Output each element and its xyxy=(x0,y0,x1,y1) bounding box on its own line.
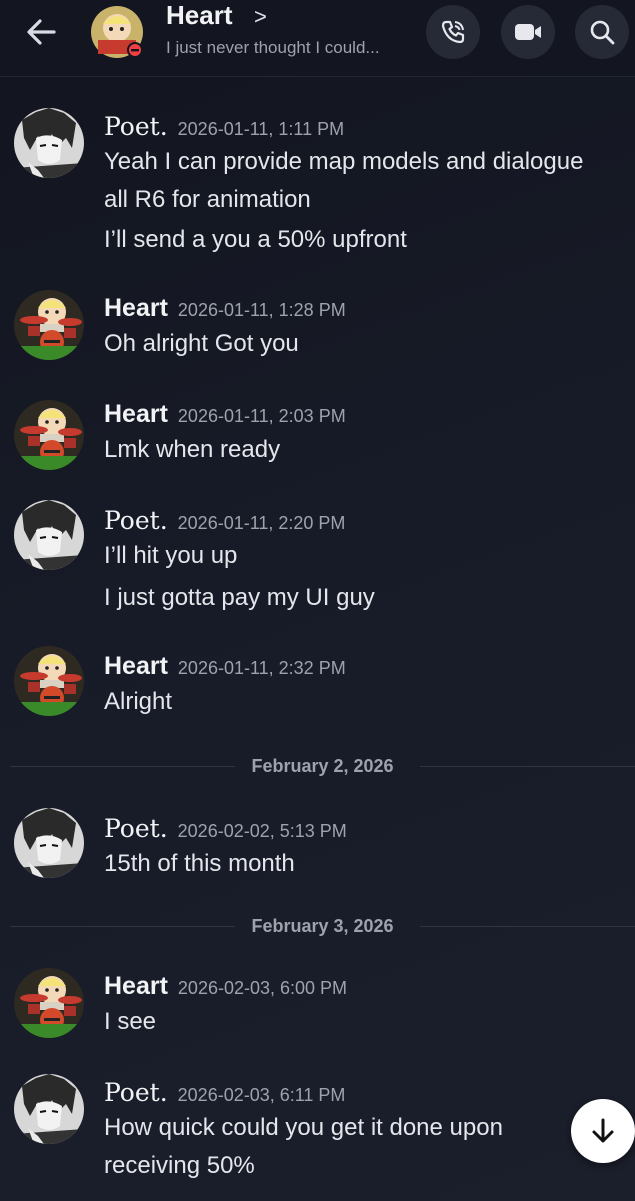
message-timestamp: 2026-02-02, 5:13 PM xyxy=(177,821,347,841)
message-text: all R6 for animation xyxy=(104,186,311,213)
header-status-text: I just never thought I could... xyxy=(166,38,380,57)
avatar[interactable] xyxy=(14,646,84,716)
avatar[interactable] xyxy=(14,400,84,470)
date-divider: February 2, 2026 xyxy=(10,756,635,776)
message-timestamp: 2026-01-11, 2:32 PM xyxy=(177,658,346,678)
message-text: Alright xyxy=(104,688,173,715)
back-button[interactable] xyxy=(22,12,62,52)
search-button[interactable] xyxy=(575,5,629,59)
message-text: receiving 50% xyxy=(104,1152,255,1179)
message-text: Yeah I can provide map models and dialog… xyxy=(104,148,584,175)
message-text: 15th of this month xyxy=(104,850,295,877)
message-text: How quick could you get it done upon xyxy=(104,1114,503,1141)
message-timestamp: 2026-01-11, 2:03 PM xyxy=(177,406,346,426)
message-timestamp: 2026-01-11, 1:28 PM xyxy=(177,300,346,320)
message-timestamp: 2026-02-03, 6:00 PM xyxy=(177,978,348,998)
message-text: Lmk when ready xyxy=(104,436,281,463)
message-author[interactable]: Heart xyxy=(104,400,168,428)
chevron-right-icon[interactable]: > xyxy=(254,4,267,30)
message-timestamp: 2026-01-11, 2:20 PM xyxy=(177,513,346,533)
channel-header: Heart > I just never thought I could... xyxy=(0,0,635,77)
message-author[interactable]: Poet. xyxy=(104,814,168,843)
date-divider: February 3, 2026 xyxy=(10,916,635,936)
video-call-button[interactable] xyxy=(501,5,555,59)
avatar[interactable] xyxy=(14,108,84,178)
date-divider-label: February 2, 2026 xyxy=(251,756,394,776)
message-author[interactable]: Heart xyxy=(104,972,168,1000)
avatar[interactable] xyxy=(14,968,84,1038)
header-title[interactable]: Heart xyxy=(166,0,232,31)
message-text: I see xyxy=(104,1008,157,1035)
message-timestamp: 2026-02-03, 6:11 PM xyxy=(177,1085,346,1105)
header-avatar[interactable] xyxy=(90,4,148,60)
message-text: I’ll send a you a 50% upfront xyxy=(104,226,407,253)
message-author[interactable]: Poet. xyxy=(104,506,168,535)
arrow-down-icon xyxy=(592,1118,614,1143)
message-author[interactable]: Heart xyxy=(104,294,168,322)
message-timestamp: 2026-01-11, 1:11 PM xyxy=(177,119,345,139)
message-text: I just gotta pay my UI guy xyxy=(104,584,375,611)
message-text: Oh alright Got you xyxy=(104,330,299,357)
message-author[interactable]: Heart xyxy=(104,652,168,680)
jump-to-present-button[interactable] xyxy=(571,1099,635,1163)
date-divider-label: February 3, 2026 xyxy=(251,916,394,936)
avatar[interactable] xyxy=(14,290,84,360)
message-author[interactable]: Poet. xyxy=(104,1078,168,1107)
avatar[interactable] xyxy=(14,1074,84,1144)
arrow-left-icon xyxy=(27,19,56,45)
message-author[interactable]: Poet. xyxy=(104,112,168,141)
message-text: I’ll hit you up xyxy=(104,542,238,569)
search-icon xyxy=(590,20,615,45)
phone-icon xyxy=(441,20,465,44)
voice-call-button[interactable] xyxy=(426,5,480,59)
video-camera-icon xyxy=(515,24,541,40)
avatar[interactable] xyxy=(14,808,84,878)
avatar[interactable] xyxy=(14,500,84,570)
